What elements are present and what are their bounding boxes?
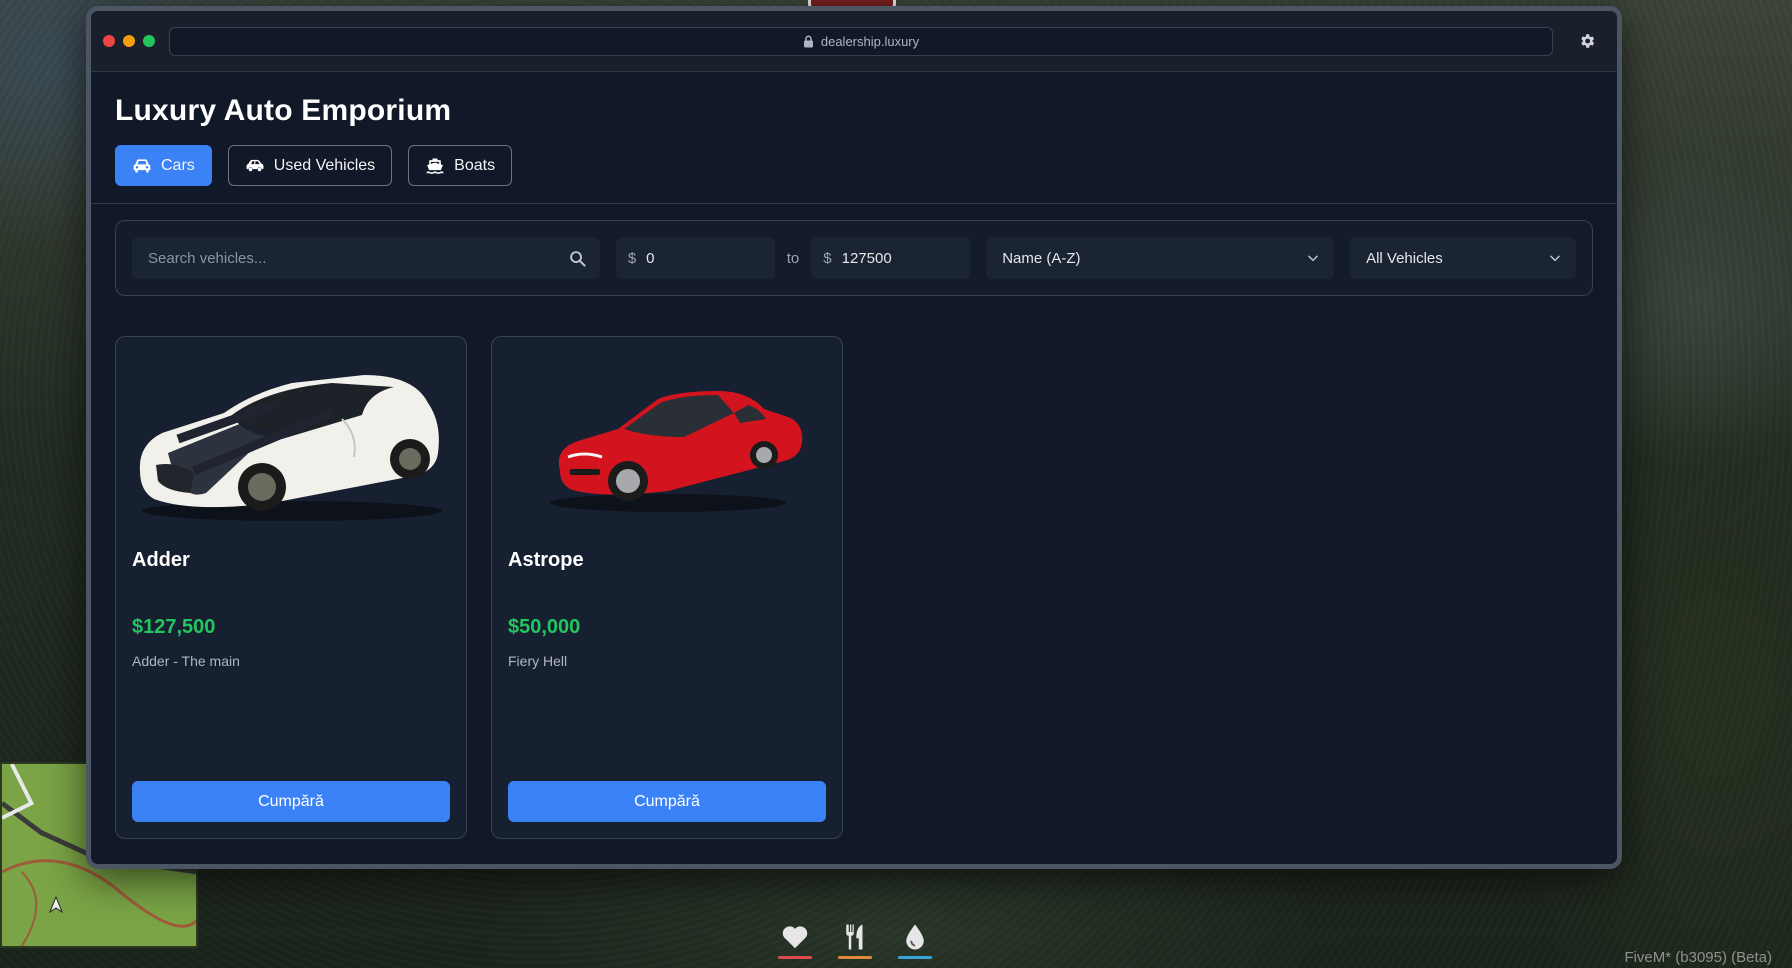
vehicle-grid: Adder $127,500 Adder - The main Cumpără <box>91 296 1617 839</box>
tab-boats[interactable]: Boats <box>408 145 513 186</box>
hunger-bar <box>838 956 872 959</box>
currency-symbol: $ <box>627 249 637 267</box>
health-status <box>778 922 812 959</box>
buy-button[interactable]: Cumpără <box>132 781 450 822</box>
page-title: Luxury Auto Emporium <box>115 94 452 127</box>
search-icon[interactable] <box>569 250 586 267</box>
vehicle-description: Fiery Hell <box>508 653 568 669</box>
price-max-field: $ <box>811 237 971 279</box>
vehicle-price: $50,000 <box>508 616 581 638</box>
vehicle-image <box>508 353 826 533</box>
settings-button[interactable] <box>1569 23 1605 59</box>
vehicle-type-select[interactable]: All Vehicles <box>1350 237 1576 279</box>
lock-icon <box>803 35 813 47</box>
astrope-car-image <box>550 391 803 512</box>
player-arrow-icon <box>48 896 64 914</box>
vehicle-price: $127,500 <box>132 616 216 638</box>
tab-cars[interactable]: Cars <box>115 145 212 186</box>
dealership-window: dealership.luxury Luxury Auto Emporium C… <box>86 6 1622 869</box>
price-max-input[interactable] <box>841 249 952 267</box>
boat-icon <box>426 158 444 174</box>
vehicle-card-astrope: Astrope $50,000 Fiery Hell Cumpără <box>491 336 843 839</box>
vehicle-description: Adder - The main <box>132 653 240 669</box>
adder-car-image <box>139 375 442 521</box>
price-range-separator: to <box>786 249 800 267</box>
browser-titlebar: dealership.luxury <box>91 11 1617 72</box>
window-controls <box>103 35 155 47</box>
health-bar-fill <box>778 956 812 959</box>
thirst-status <box>898 922 932 959</box>
tab-used-vehicles[interactable]: Used Vehicles <box>227 145 393 186</box>
thirst-bar-fill <box>898 956 932 959</box>
close-window-dot[interactable] <box>103 35 115 47</box>
hunger-bar-fill <box>838 956 872 959</box>
vehicle-image <box>132 353 450 533</box>
chevron-down-icon <box>1308 255 1318 262</box>
tab-cars-label: Cars <box>161 156 195 174</box>
category-tabs: Cars Used Vehicles Boats <box>115 145 1593 186</box>
client-version: FiveM* (b3095) (Beta) <box>1624 949 1772 966</box>
used-car-icon <box>246 159 264 171</box>
vehicle-type-selected-value: All Vehicles <box>1366 249 1443 267</box>
fork-knife-icon <box>846 924 863 950</box>
address-url: dealership.luxury <box>820 33 920 49</box>
health-bar <box>778 956 812 959</box>
buy-button[interactable]: Cumpără <box>508 781 826 822</box>
price-min-field: $ <box>615 237 775 279</box>
gear-icon <box>1581 34 1595 48</box>
filter-bar: $ to $ Name (A-Z) All Vehicles <box>115 220 1593 296</box>
search-box <box>132 237 600 279</box>
vehicle-name: Adder <box>132 549 190 571</box>
address-bar[interactable]: dealership.luxury <box>169 26 1553 56</box>
tab-boats-label: Boats <box>454 156 496 174</box>
status-hud <box>770 922 940 968</box>
sort-select[interactable]: Name (A-Z) <box>986 237 1335 279</box>
vehicle-card-adder: Adder $127,500 Adder - The main Cumpără <box>115 336 467 839</box>
currency-symbol: $ <box>823 249 832 267</box>
price-min-input[interactable] <box>646 249 757 267</box>
minimize-window-dot[interactable] <box>123 35 135 47</box>
sort-selected-value: Name (A-Z) <box>1002 249 1081 267</box>
page-header: Luxury Auto Emporium Cars Used Vehicles <box>91 72 1617 204</box>
hunger-status <box>838 922 872 959</box>
water-drop-icon <box>906 924 924 950</box>
maximize-window-dot[interactable] <box>143 35 155 47</box>
vehicle-name: Astrope <box>508 549 584 571</box>
thirst-bar <box>898 956 932 959</box>
chevron-down-icon <box>1550 255 1560 262</box>
search-input[interactable] <box>148 249 569 267</box>
car-icon <box>133 158 151 173</box>
heart-icon <box>782 926 808 949</box>
tab-used-vehicles-label: Used Vehicles <box>273 156 376 174</box>
